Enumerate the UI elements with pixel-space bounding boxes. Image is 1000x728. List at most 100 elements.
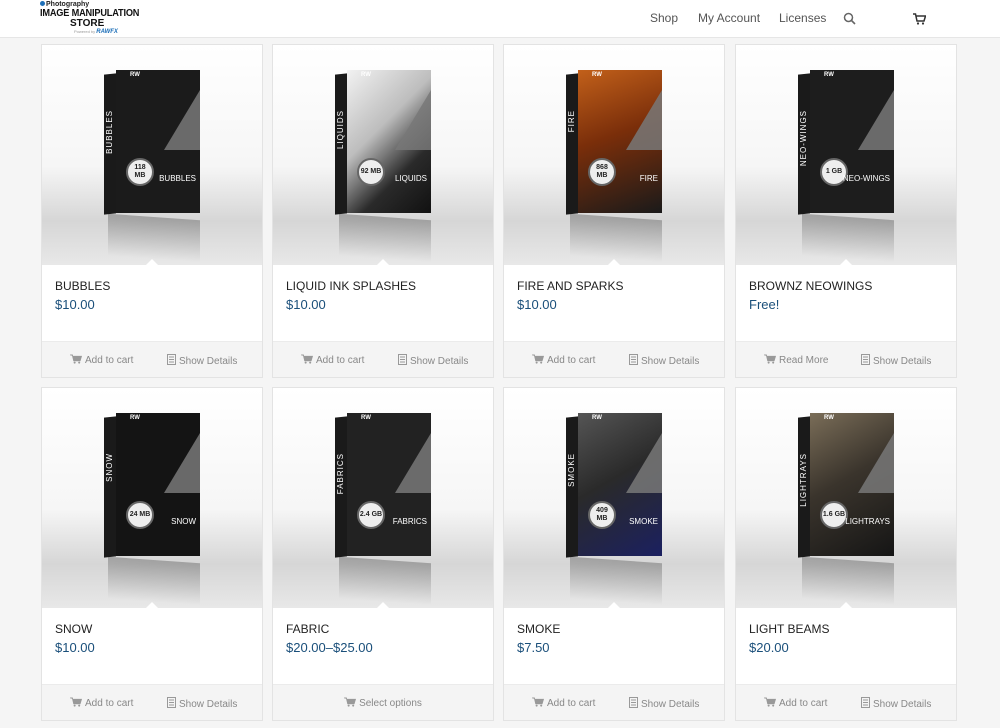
show-details-button[interactable]: Show Details (861, 697, 931, 711)
box-reflection (802, 213, 894, 263)
rw-logo-icon: RW (592, 415, 602, 421)
logo-powered-brand: RAWFX (96, 29, 118, 35)
action-label: Select options (359, 698, 422, 709)
product-image[interactable]: RW 24 MB SNOW SNOW (42, 388, 262, 608)
document-icon (629, 354, 641, 368)
product-title[interactable]: FIRE AND SPARKS (517, 279, 623, 293)
product-title[interactable]: BROWNZ NEOWINGS (749, 279, 872, 293)
product-title[interactable]: SMOKE (517, 622, 560, 636)
rw-logo-icon: RW (361, 415, 371, 421)
product-card[interactable]: RW 118 MB BUBBLES BUBBLES BUBBLES $10.00… (41, 44, 263, 378)
product-box-image: RW 92 MB LIQUIDS LIQUIDS (335, 70, 433, 215)
select-options-button[interactable]: Select options (273, 697, 493, 710)
product-card[interactable]: RW 24 MB SNOW SNOW SNOW $10.00 Add to ca… (41, 387, 263, 721)
product-title[interactable]: FABRIC (286, 622, 329, 636)
product-box-image: RW 868 MB FIRE FIRE (566, 70, 664, 215)
show-details-button[interactable]: Show Details (861, 354, 931, 368)
box-front: RW 2.4 GB FABRICS (347, 413, 431, 556)
nav-licenses[interactable]: Licenses (779, 11, 826, 25)
thumb-notch (607, 602, 621, 608)
product-image[interactable]: RW 2.4 GB FABRICS FABRICS (273, 388, 493, 608)
card-actions: Select options (273, 684, 493, 720)
nav-shop[interactable]: Shop (650, 11, 678, 25)
box-name: BUBBLES (159, 174, 196, 183)
product-price: $10.00 (55, 297, 95, 312)
size-badge: 92 MB (357, 158, 385, 186)
nav-my-account[interactable]: My Account (698, 11, 760, 25)
cart-icon[interactable] (913, 12, 927, 30)
card-actions: Add to cart Show Details (42, 684, 262, 720)
box-front: RW 868 MB FIRE (578, 70, 662, 213)
box-name: LIQUIDS (394, 174, 427, 183)
box-name: LIGHTRAYS (845, 517, 890, 526)
box-diagonal (626, 90, 662, 150)
search-icon[interactable] (843, 12, 856, 30)
size-badge: 1.6 GB (820, 501, 848, 529)
action-label: Show Details (873, 355, 932, 367)
product-image[interactable]: RW 409 MB SMOKE SMOKE (504, 388, 724, 608)
add-to-cart-button[interactable]: Add to cart (532, 697, 595, 710)
thumb-notch (376, 602, 390, 608)
cart-icon (70, 697, 85, 710)
box-diagonal (395, 90, 431, 150)
product-card[interactable]: RW 2.4 GB FABRICS FABRICS FABRIC $20.00–… (272, 387, 494, 721)
product-image[interactable]: RW 1.6 GB LIGHTRAYS LIGHTRAYS (736, 388, 956, 608)
product-image[interactable]: RW 1 GB NEO-WINGS NEO-WINGS (736, 45, 956, 265)
product-card[interactable]: RW 1.6 GB LIGHTRAYS LIGHTRAYS LIGHT BEAM… (735, 387, 957, 721)
add-to-cart-button[interactable]: Add to cart (532, 354, 595, 367)
show-details-button[interactable]: Show Details (629, 354, 699, 368)
cart-icon (532, 354, 547, 367)
product-title[interactable]: SNOW (55, 622, 92, 636)
product-image[interactable]: RW 868 MB FIRE FIRE (504, 45, 724, 265)
box-front: RW 409 MB SMOKE (578, 413, 662, 556)
document-icon (861, 697, 873, 711)
cart-icon (764, 697, 779, 710)
action-label: Show Details (179, 698, 238, 710)
product-card[interactable]: RW 868 MB FIRE FIRE FIRE AND SPARKS $10.… (503, 44, 725, 378)
thumb-notch (607, 259, 621, 265)
size-badge: 2.4 GB (357, 501, 385, 529)
product-box-image: RW 2.4 GB FABRICS FABRICS (335, 413, 433, 558)
box-name: FIRE (639, 174, 658, 183)
product-card[interactable]: RW 409 MB SMOKE SMOKE SMOKE $7.50 Add to… (503, 387, 725, 721)
cart-icon (301, 354, 316, 367)
box-spine-text: SNOW (105, 453, 114, 482)
box-front: RW 92 MB LIQUIDS (347, 70, 431, 213)
box-spine-text: LIQUIDS (336, 110, 345, 150)
product-title[interactable]: LIGHT BEAMS (749, 622, 829, 636)
box-diagonal (164, 433, 200, 493)
product-box-image: RW 1.6 GB LIGHTRAYS LIGHTRAYS (798, 413, 896, 558)
size-badge: 118 MB (126, 158, 154, 186)
product-image[interactable]: RW 118 MB BUBBLES BUBBLES (42, 45, 262, 265)
box-spine-text: NEO-WINGS (799, 110, 808, 167)
action-label: Show Details (410, 355, 469, 367)
box-front: RW 1 GB NEO-WINGS (810, 70, 894, 213)
show-details-button[interactable]: Show Details (629, 697, 699, 711)
product-title[interactable]: LIQUID INK SPLASHES (286, 279, 416, 293)
action-label: Add to cart (779, 698, 828, 709)
store-logo[interactable]: Photography IMAGE MANIPULATION STORE Pow… (40, 1, 139, 35)
product-card[interactable]: RW 1 GB NEO-WINGS NEO-WINGS BROWNZ NEOWI… (735, 44, 957, 378)
size-badge: 868 MB (588, 158, 616, 186)
add-to-cart-button[interactable]: Add to cart (70, 354, 133, 367)
thumb-notch (376, 259, 390, 265)
box-reflection (108, 556, 200, 606)
product-title[interactable]: BUBBLES (55, 279, 110, 293)
product-image[interactable]: RW 92 MB LIQUIDS LIQUIDS (273, 45, 493, 265)
box-front: RW 24 MB SNOW (116, 413, 200, 556)
add-to-cart-button[interactable]: Add to cart (70, 697, 133, 710)
action-label: Show Details (179, 355, 238, 367)
action-label: Read More (779, 355, 829, 366)
product-card[interactable]: RW 92 MB LIQUIDS LIQUIDS LIQUID INK SPLA… (272, 44, 494, 378)
add-to-cart-button[interactable]: Add to cart (764, 697, 827, 710)
box-diagonal (395, 433, 431, 493)
document-icon (861, 354, 873, 368)
read-more-button[interactable]: Read More (764, 354, 828, 367)
add-to-cart-button[interactable]: Add to cart (301, 354, 364, 367)
show-details-button[interactable]: Show Details (167, 697, 237, 711)
product-price: $10.00 (517, 297, 557, 312)
action-label: Show Details (873, 698, 932, 710)
show-details-button[interactable]: Show Details (167, 354, 237, 368)
box-spine-text: LIGHTRAYS (799, 453, 808, 507)
show-details-button[interactable]: Show Details (398, 354, 468, 368)
